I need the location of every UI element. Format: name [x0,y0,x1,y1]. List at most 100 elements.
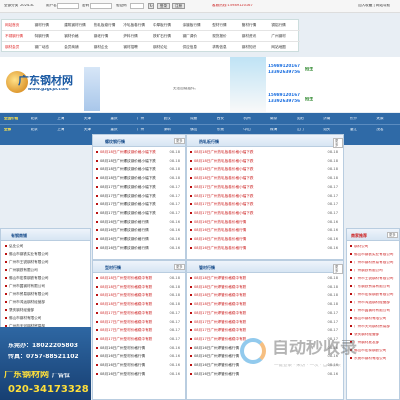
city-nav-link[interactable]: 北京 [31,117,38,121]
nav-link[interactable]: 钢材行情 [35,23,49,28]
nav-link[interactable]: 炉料行情 [123,34,137,39]
sidebar-item-label[interactable]: 佛山市钢铁实业有限公司 [9,252,49,256]
news-title[interactable]: 08月18日广州螺纹钢价格小幅下跌 [100,167,156,172]
news-title[interactable]: 08月17日广州焊管价格稳中有跌 [194,320,246,324]
news-title[interactable]: 08月17日广州型材价格稳中有跌 [100,337,152,341]
news-title[interactable]: 08月16日广州热轧板卷价格行情 [194,228,246,232]
nav-link[interactable]: 广州钢材 [271,34,285,39]
news-title[interactable]: 08月16日广州型材价格行情 [100,354,145,358]
sidebar-item-label[interactable]: 广州市王锐钢材有限公司 [9,260,49,264]
city-nav-link[interactable]: 太原 [376,117,383,121]
nav-link[interactable]: 钢材价格 [64,34,78,39]
ad-banner[interactable] [230,57,266,112]
news-title[interactable]: 08月17日广州螺纹钢价格小幅下跌 [100,202,156,206]
nav-link[interactable]: 型材行情 [212,23,226,28]
nav-link[interactable]: 钢材会员 [5,45,19,50]
merchant-label[interactable]: 广东钢铁贸易有限公司 [354,285,390,288]
nav-link[interactable]: 求购信息 [212,45,226,50]
password-input[interactable] [90,3,112,9]
nav-link[interactable]: 会员商铺 [64,45,78,50]
news-title[interactable]: 08月17日广州型材价格稳中有跌 [100,311,152,315]
city-nav-link[interactable]: 杭州 [243,117,250,121]
nav-link[interactable]: 管材行情 [242,23,256,28]
news-title[interactable]: 08月18日广州型材价格稳中有跌 [100,276,152,280]
news-title[interactable]: 08月16日广州焊管价格行情 [194,372,239,376]
sidebar-item-label[interactable]: 广州钢铁有限公司 [9,268,38,272]
city-nav-link[interactable]: 上海 [57,117,64,121]
news-title[interactable]: 08月18日广州焊管价格稳中有跌 [194,293,246,298]
sidebar-item-label[interactable]: 广州市鸿运钢材经营部 [9,300,45,304]
nav-link[interactable]: 钢厂调价 [183,34,197,39]
news-title[interactable]: 08月18日广州焊管价格稳中有跌 [194,285,246,289]
news-title[interactable]: 08月18日广州热轧板卷价格小幅下跌 [194,159,253,163]
sidebar-item-label[interactable]: 广州市贸易钢材有限公司 [9,292,49,296]
nav-link[interactable]: 冷轧板卷行情 [123,23,145,28]
news-title[interactable]: 08月17日广州螺纹钢价格小幅下跌 [100,194,156,198]
news-title[interactable]: 08月17日广州热轧板卷价格小幅下跌 [194,211,253,215]
merchant-label[interactable]: 钢材公司 [354,245,368,248]
city-nav-link[interactable]: 天津 [84,128,91,132]
nav-link[interactable]: 建筑钢材行情 [64,23,86,28]
news-title[interactable]: 08月16日广州型材价格行情 [100,346,145,350]
city-nav-link[interactable]: 西安 [217,117,224,121]
city-nav-link[interactable]: 全部 [4,128,11,132]
city-nav-link[interactable]: 广州 [137,117,144,121]
city-nav-link[interactable]: 江门 [297,128,304,132]
merchant-item[interactable]: 佛山市钢材有限公司 [350,317,398,325]
merchant-label[interactable]: 佛山市钢铁实业有限公司 [354,253,394,256]
city-nav-link[interactable]: 济南 [323,117,330,121]
city-nav-link[interactable]: 重庆 [110,128,117,132]
news-title[interactable]: 08月16日广州焊管价格行情 [194,346,239,350]
nav-link[interactable]: 铁矿石行情 [153,34,171,39]
city-nav-link[interactable]: 南京 [270,117,277,121]
section-title[interactable]: 型材行情 [105,265,121,271]
sidebar-item-label[interactable]: 佛山市宏泰钢铁有限公司 [9,276,49,280]
news-title[interactable]: 08月18日广州热轧板卷价格小幅下跌 [194,176,253,180]
nav-link[interactable]: 不锈钢行情 [5,34,23,39]
merchant-item[interactable]: 广州市王锐钢材有限公司 [350,277,398,285]
news-title[interactable]: 08月17日广州热轧板卷价格小幅下跌 [194,202,253,206]
login-button[interactable]: 登录 [157,3,170,9]
more-link[interactable]: 更多 [333,264,343,274]
news-title[interactable]: 08月16日广州型材价格行情 [100,363,145,367]
merchant-label[interactable]: 广州市鸿运钢材经营部 [354,301,390,304]
more-link[interactable]: 更多 [174,138,185,144]
section-title[interactable]: 热轧板行情 [199,139,219,145]
sidebar-item-label[interactable]: 广州市翼钢材有限公司 [9,284,45,288]
nav-link[interactable]: 钢材招聘 [123,45,137,50]
news-title[interactable]: 08月18日广州型材价格稳中有跌 [100,285,152,289]
merchant-label[interactable]: 广州市翼钢材有限公司 [354,309,390,312]
city-nav-link[interactable]: 北京 [31,128,38,132]
news-title[interactable]: 08月17日广州热轧板卷价格小幅下跌 [194,194,253,198]
city-nav-link[interactable]: 深圳 [164,128,171,132]
news-title[interactable]: 08月16日广州热轧板卷价格行情 [194,237,246,241]
nav-link[interactable]: 钢厂动态 [35,45,49,50]
news-title[interactable]: 08月16日广州热轧板卷价格行情 [194,246,246,250]
nav-link[interactable]: 钢材论坛 [153,45,167,50]
news-title[interactable]: 08月17日广州螺纹钢价格小幅下跌 [100,185,156,189]
register-button[interactable]: 注册 [172,3,185,9]
nav-link[interactable]: 供应信息 [183,45,197,50]
news-title[interactable]: 08月18日广州螺纹钢价格小幅下跌 [100,159,156,163]
logo-name[interactable]: 广东钢材网 [18,75,73,86]
news-title[interactable]: 08月18日广州热轧板卷价格小幅下跌 [194,150,253,154]
city-nav-link[interactable]: 珠海 [270,128,277,132]
city-nav-link[interactable]: 全国价格 [4,117,18,121]
news-title[interactable]: 08月16日广州焊管价格行情 [194,363,239,367]
city-nav-link[interactable]: 东莞 [217,128,224,132]
merchant-label[interactable]: 广州钢铁有限公司 [354,269,383,272]
city-nav-link[interactable]: 沈阳 [297,117,304,121]
city-nav-link[interactable]: 汕头 [323,128,330,132]
more-link[interactable]: 更多 [174,264,185,270]
news-title[interactable]: 08月18日广州型材价格稳中有跌 [100,293,152,298]
news-item[interactable]: 08月16日广州型材价格行情 08-16 [96,372,182,381]
merchant-label[interactable]: 广州市王锐钢材有限公司 [354,277,394,280]
city-nav-link[interactable]: 成都 [190,117,197,121]
news-title[interactable]: 08月18日广州型材价格稳中有跌 [100,302,152,306]
top-links[interactable]: 加入收藏 | 网站导航 [358,4,390,8]
news-title[interactable]: 08月17日广州型材价格稳中有跌 [100,320,152,324]
more-link[interactable]: 更多 [333,138,343,148]
news-item[interactable]: 08月16日广州热轧板卷价格行情 08-16 [190,246,340,255]
city-nav-link[interactable]: 茂名 [376,128,383,132]
news-title[interactable]: 08月16日广州螺纹钢价格行情 [100,237,149,241]
